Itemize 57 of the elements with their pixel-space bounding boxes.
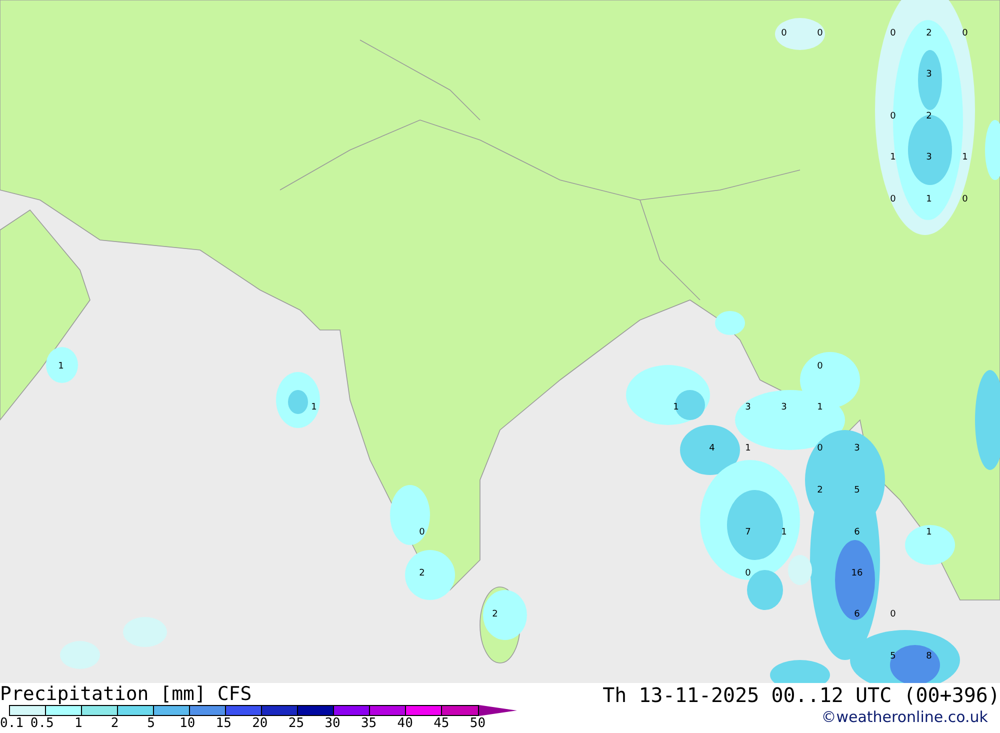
legend-label: 2 — [110, 716, 120, 732]
legend-label: 35 — [360, 716, 378, 732]
precipitation-value: 0 — [962, 196, 968, 204]
precipitation-value: 2 — [926, 112, 932, 122]
precipitation-value: 3 — [781, 404, 787, 412]
precipitation-value: 0 — [817, 30, 823, 38]
precipitation-value: 1 — [817, 404, 823, 412]
precipitation-value: 0 — [419, 528, 425, 538]
legend-label: 30 — [324, 716, 342, 732]
map-title: Precipitation [mm] CFS — [0, 683, 253, 705]
precipitation-value: 6 — [854, 528, 860, 538]
precipitation-value: 8 — [926, 652, 932, 662]
precipitation-value: 2 — [492, 610, 498, 620]
legend-label: 15 — [214, 716, 232, 732]
precipitation-value: 0 — [890, 112, 896, 122]
legend-label: 50 — [468, 716, 487, 732]
precipitation-value: 2 — [926, 30, 932, 38]
legend-label: 0.1 — [0, 716, 24, 732]
legend-label: 1 — [74, 716, 84, 732]
precipitation-value: 1 — [745, 444, 751, 454]
precipitation-value: 3 — [745, 404, 751, 412]
precipitation-value: 0 — [817, 444, 823, 454]
legend-label: 40 — [396, 716, 414, 732]
legend-label: 45 — [432, 716, 450, 732]
precipitation-value: 3 — [926, 70, 932, 80]
precipitation-value: 0 — [890, 196, 896, 204]
precipitation-value: 16 — [851, 570, 863, 578]
precipitation-value: 5 — [890, 652, 896, 662]
precipitation-value: 3 — [854, 444, 860, 454]
precipitation-value: 4 — [709, 444, 715, 454]
precipitation-value: 1 — [926, 196, 932, 204]
legend-label: 5 — [146, 716, 156, 732]
precipitation-value: 1 — [962, 154, 968, 162]
precipitation-value: 0 — [962, 30, 968, 38]
precipitation-value: 3 — [926, 154, 932, 162]
legend-label: 10 — [178, 716, 196, 732]
precipitation-value: 6 — [854, 610, 860, 620]
precipitation-value: 7 — [745, 528, 751, 538]
valid-time: Th 13-11-2025 00..12 UTC (00+396) — [602, 683, 1000, 707]
precipitation-value: 1 — [781, 528, 787, 538]
legend-label: 25 — [287, 716, 306, 732]
precipitation-value: 1 — [926, 528, 932, 538]
legend-label: 0.5 — [29, 716, 55, 732]
precipitation-value: 1 — [890, 154, 896, 162]
precipitation-value: 0 — [817, 362, 823, 372]
credit-link[interactable]: ©weatheronline.co.uk — [821, 707, 1000, 727]
precipitation-value: 0 — [890, 610, 896, 620]
precipitation-value: 5 — [854, 486, 860, 496]
precipitation-value: 1 — [311, 404, 317, 412]
precipitation-value: 0 — [890, 30, 896, 38]
precipitation-value: 2 — [817, 486, 823, 496]
precipitation-value: 2 — [419, 570, 425, 578]
legend-label: 20 — [251, 716, 269, 732]
precipitation-value: 0 — [781, 30, 787, 38]
precipitation-value: 1 — [58, 362, 64, 372]
precipitation-value: 1 — [673, 404, 679, 412]
precipitation-value: 0 — [745, 570, 751, 578]
